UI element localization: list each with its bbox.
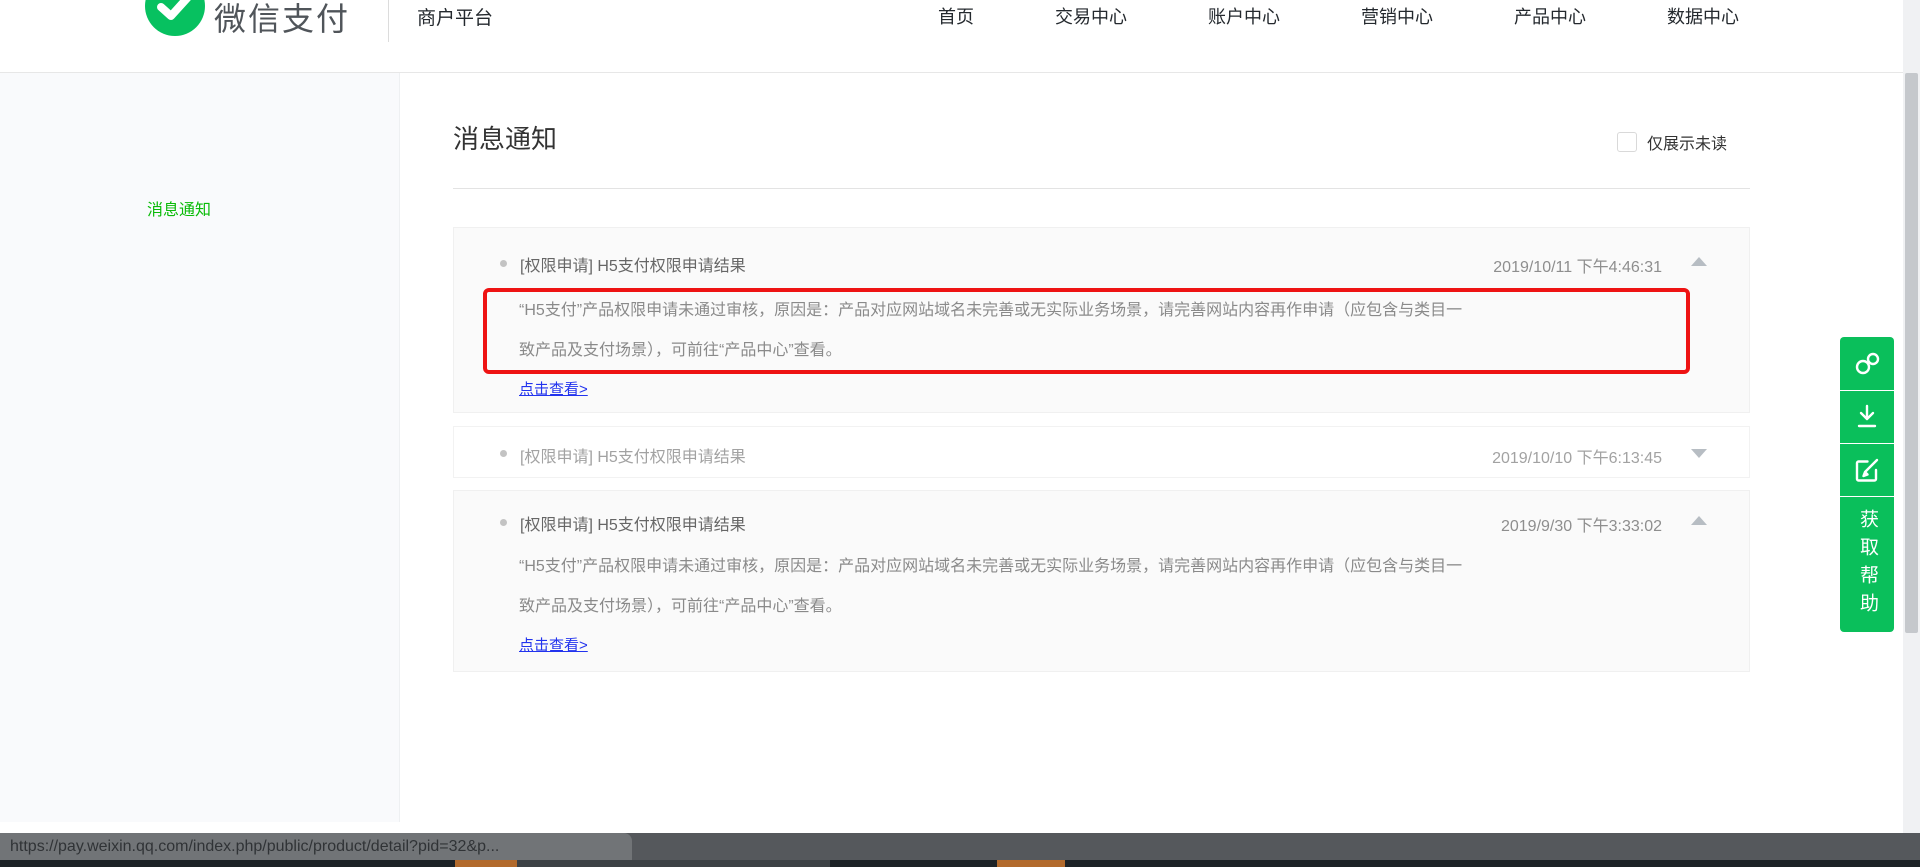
vertical-scrollbar[interactable] [1903, 0, 1920, 845]
get-help-label: 获取帮助 [1857, 508, 1878, 621]
message-body-line1: “H5支付”产品权限申请未通过审核，原因是：产品对应网站域名未完善或无实际业务场… [519, 558, 1463, 575]
message-body-line1: “H5支付”产品权限申请未通过审核，原因是：产品对应网站域名未完善或无实际业务场… [519, 302, 1463, 319]
nav-item-home[interactable]: 首页 [938, 3, 974, 29]
taskbar-segment [455, 860, 517, 867]
wechat-pay-logo-text: 微信支付 [214, 1, 351, 37]
taskbar-sliver [0, 860, 1920, 867]
message-title: [权限申请] H5支付权限申请结果 [520, 258, 746, 275]
view-detail-link[interactable]: 点击查看> [519, 634, 588, 655]
status-url-text: https://pay.weixin.qq.com/index.php/publ… [10, 837, 500, 855]
nav-item-transaction-center[interactable]: 交易中心 [1055, 3, 1127, 29]
floating-help-toolbar: 获取帮助 [1840, 337, 1894, 632]
feedback-button[interactable] [1840, 443, 1894, 496]
taskbar-segment [997, 860, 1065, 867]
link-icon [1855, 352, 1880, 374]
message-item-expanded[interactable]: [权限申请] H5支付权限申请结果 2019/9/30 下午3:33:02 “H… [453, 490, 1750, 672]
scrollbar-thumb[interactable] [1905, 73, 1918, 633]
nav-item-account-center[interactable]: 账户中心 [1208, 3, 1280, 29]
view-detail-link[interactable]: 点击查看> [519, 378, 588, 399]
message-title: [权限申请] H5支付权限申请结果 [520, 449, 746, 466]
link-button[interactable] [1840, 337, 1894, 390]
unread-bullet [500, 260, 507, 267]
portal-label: 商户平台 [417, 8, 494, 29]
collapse-arrow-icon[interactable] [1691, 516, 1707, 525]
unread-only-label: 仅展示未读 [1647, 136, 1728, 153]
sidebar-item-message-notification[interactable]: 消息通知 [147, 196, 211, 220]
title-divider [453, 188, 1750, 189]
top-nav: 首页 交易中心 账户中心 营销中心 产品中心 数据中心 [938, 0, 1739, 32]
download-button[interactable] [1840, 390, 1894, 443]
browser-status-tooltip: https://pay.weixin.qq.com/index.php/publ… [0, 833, 632, 860]
taskbar-segment [517, 860, 830, 867]
page-title: 消息通知 [453, 124, 558, 154]
feedback-edit-icon [1855, 458, 1879, 482]
nav-item-product-center[interactable]: 产品中心 [1514, 3, 1586, 29]
top-header: 微信支付 商户平台 首页 交易中心 账户中心 营销中心 产品中心 数据中心 [0, 0, 1920, 73]
merchant-platform-page: 微信支付 商户平台 首页 交易中心 账户中心 营销中心 产品中心 数据中心 消息… [0, 0, 1920, 867]
message-item-collapsed[interactable]: [权限申请] H5支付权限申请结果 2019/10/10 下午6:13:45 [453, 426, 1750, 478]
message-timestamp: 2019/10/11 下午4:46:31 [1493, 259, 1662, 276]
expand-arrow-icon[interactable] [1691, 449, 1707, 458]
nav-item-data-center[interactable]: 数据中心 [1667, 3, 1739, 29]
unread-only-checkbox[interactable] [1617, 132, 1637, 152]
nav-item-marketing-center[interactable]: 营销中心 [1361, 3, 1433, 29]
get-help-button[interactable]: 获取帮助 [1840, 496, 1894, 632]
message-body-line2: 致产品及支付场景），可前往“产品中心”查看。 [519, 342, 842, 359]
header-divider [388, 0, 389, 42]
message-timestamp: 2019/10/10 下午6:13:45 [1492, 450, 1662, 467]
message-timestamp: 2019/9/30 下午3:33:02 [1500, 518, 1662, 535]
left-sidebar: 消息通知 [0, 73, 400, 822]
message-title: [权限申请] H5支付权限申请结果 [520, 517, 746, 534]
message-item-expanded[interactable]: [权限申请] H5支付权限申请结果 2019/10/11 下午4:46:31 “… [453, 227, 1750, 413]
unread-filter: 仅展示未读 [1617, 130, 1727, 154]
read-bullet [500, 450, 507, 457]
wechat-pay-logo-icon [145, 0, 205, 36]
download-icon [1857, 404, 1877, 428]
unread-bullet [500, 519, 507, 526]
collapse-arrow-icon[interactable] [1691, 257, 1707, 266]
message-body-line2: 致产品及支付场景），可前往“产品中心”查看。 [519, 598, 842, 615]
